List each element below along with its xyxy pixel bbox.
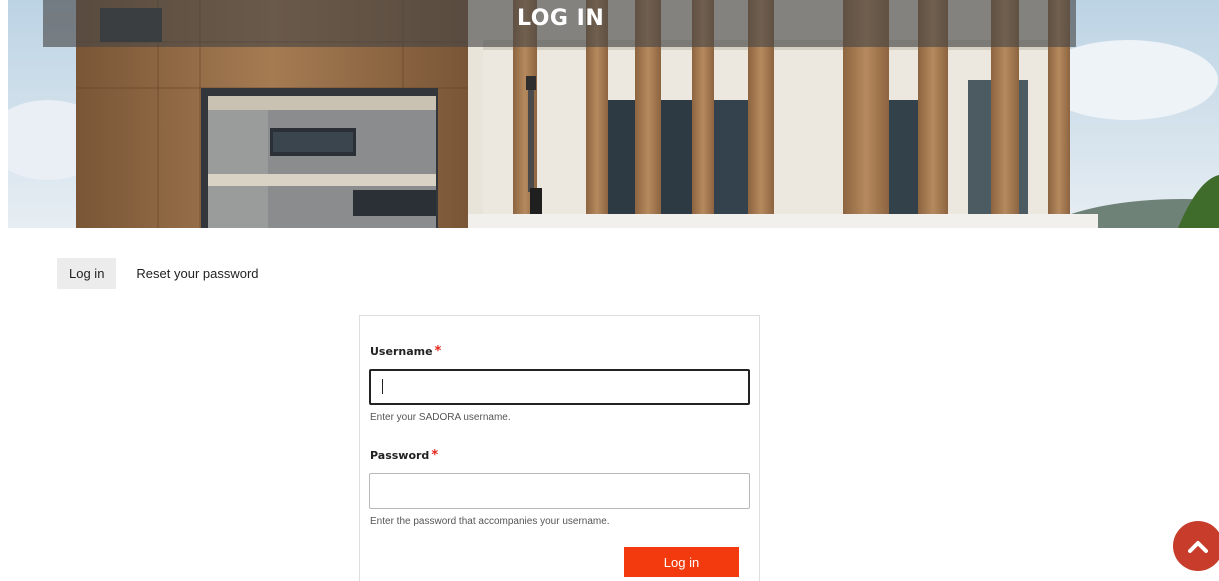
username-label-text: Username [370, 345, 433, 358]
username-input[interactable] [369, 369, 750, 405]
login-submit-button[interactable]: Log in [624, 547, 739, 577]
local-tasks-tabs: Log in Reset your password [57, 258, 271, 289]
chevron-up-icon [1188, 541, 1208, 553]
username-label: Username * [370, 344, 441, 359]
tab-log-in[interactable]: Log in [57, 258, 117, 289]
password-label: Password * [370, 448, 438, 463]
password-help-text: Enter the password that accompanies your… [370, 516, 610, 527]
page: LOG IN Log in Reset your password Userna… [0, 0, 1219, 581]
required-marker: * [431, 448, 439, 463]
tab-reset-password[interactable]: Reset your password [124, 258, 270, 289]
username-help-text: Enter your SADORA username. [370, 412, 511, 423]
required-marker: * [434, 344, 442, 359]
back-to-top-button[interactable] [1173, 521, 1219, 571]
password-input[interactable] [369, 473, 750, 509]
login-form-card: Username * Enter your SADORA username. Pa… [359, 315, 760, 581]
text-caret [382, 379, 383, 394]
password-label-text: Password [370, 449, 430, 462]
page-title: LOG IN [517, 6, 605, 31]
